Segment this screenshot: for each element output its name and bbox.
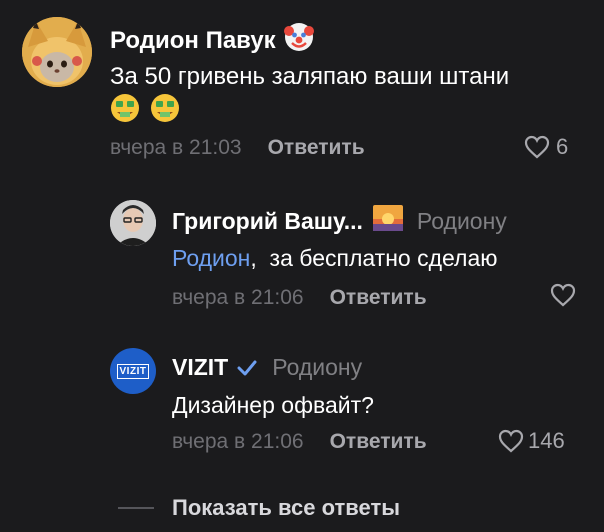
heart-icon: [498, 429, 524, 453]
divider-line: [118, 507, 154, 509]
reply-button[interactable]: Ответить: [268, 136, 365, 160]
money-mouth-face-icon: [150, 93, 180, 128]
reply-to-label: Родиону: [272, 354, 363, 380]
like-count: 6: [556, 134, 569, 159]
comment-text: За 50 гривень заляпаю ваши штани: [110, 63, 510, 90]
show-all-replies-label: Показать все ответы: [172, 495, 401, 520]
reply-to-label: Родиону: [416, 207, 507, 234]
heart-icon: [550, 283, 576, 307]
avatar[interactable]: [22, 17, 92, 87]
heart-icon: [524, 135, 550, 159]
sunset-image-icon: [372, 205, 403, 237]
timestamp: вчера в 21:06: [172, 430, 304, 453]
emoji-line: [110, 93, 180, 128]
comment-text: Родион, за бесплатно сделаю: [172, 245, 498, 271]
like-button[interactable]: 146: [498, 428, 565, 454]
reply-button[interactable]: Ответить: [330, 430, 427, 454]
avatar[interactable]: VIZIT: [110, 348, 156, 394]
person-photo-image: [110, 200, 156, 246]
avatar[interactable]: [110, 200, 156, 246]
reply-button[interactable]: Ответить: [330, 286, 427, 310]
clown-face-icon: [283, 22, 314, 59]
checkmark-icon: [236, 358, 258, 378]
mention-link[interactable]: Родион: [172, 245, 250, 271]
like-count: 146: [528, 428, 565, 453]
timestamp: вчера в 21:06: [172, 286, 304, 309]
comment-text: Дизайнер офвайт?: [172, 392, 374, 418]
author-name[interactable]: Родион Павук: [110, 27, 276, 55]
money-mouth-face-icon: [110, 93, 140, 128]
vizit-logo: VIZIT: [116, 363, 150, 379]
like-button[interactable]: 6: [524, 134, 568, 160]
pikachu-hood-cat-image: [22, 17, 92, 87]
author-name[interactable]: VIZIT: [172, 354, 228, 381]
like-button[interactable]: [550, 283, 576, 307]
timestamp: вчера в 21:03: [110, 136, 242, 159]
show-all-replies-button[interactable]: Показать все ответы: [118, 495, 400, 521]
author-name[interactable]: Григорий Вашу...: [172, 208, 363, 235]
